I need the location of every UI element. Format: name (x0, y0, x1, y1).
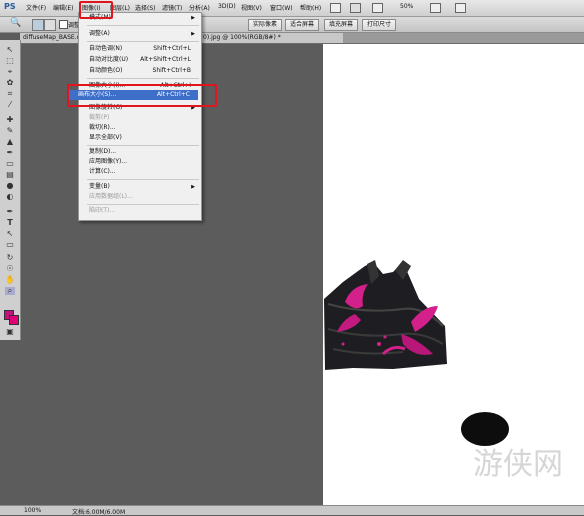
clone-stamp-tool-icon[interactable]: ▲ (5, 138, 15, 146)
move-tool-icon[interactable]: ↖ (5, 46, 15, 54)
type-tool-icon[interactable]: T (5, 219, 15, 227)
screen-mode-icon[interactable] (455, 3, 466, 13)
print-size-button[interactable]: 打印尺寸 (362, 19, 397, 31)
arrange-docs-icon[interactable] (430, 3, 441, 13)
eraser-tool-icon[interactable]: ▭ (5, 160, 15, 168)
annotation-image-menu (79, 1, 113, 19)
boot-texture (461, 412, 509, 446)
menu-select[interactable]: 选择(S) (135, 3, 156, 12)
canvas-artwork: 游侠网 (324, 260, 563, 482)
menu-separator (87, 179, 199, 180)
menu-item-crop: 裁剪(P) (89, 114, 110, 121)
status-doc-info[interactable]: 文档:6.00M/6.00M (72, 507, 125, 516)
status-zoom[interactable]: 100% (24, 507, 41, 514)
menu-item-auto-color[interactable]: 自动颜色(O) Shift+Ctrl+B (89, 66, 199, 76)
menu-analysis[interactable]: 分析(A) (189, 3, 210, 12)
menu-item-duplicate[interactable]: 复制(D)... (89, 147, 199, 157)
submenu-arrow-icon: ▶ (191, 184, 195, 190)
dodge-tool-icon[interactable]: ◐ (5, 193, 15, 201)
shape-tool-icon[interactable]: ▭ (5, 241, 15, 249)
marquee-tool-icon[interactable]: ⬚ (5, 57, 15, 65)
3d-rotate-tool-icon[interactable]: ↻ (5, 254, 15, 262)
garment-texture (324, 260, 447, 370)
background-color-swatch[interactable] (9, 315, 19, 325)
document-canvas[interactable]: 游侠网 (323, 44, 584, 510)
menu-item-reveal-all[interactable]: 显示全部(V) (89, 133, 199, 143)
quick-select-tool-icon[interactable]: ✿ (5, 79, 15, 87)
hand-tool-icon[interactable]: ✋ (5, 276, 15, 284)
menu-separator (87, 78, 199, 79)
fill-screen-button[interactable]: 填充屏幕 (324, 19, 359, 31)
menu-layer[interactable]: 图层(L) (110, 3, 130, 12)
3d-orbit-tool-icon[interactable]: ☉ (5, 265, 15, 273)
menu-separator (87, 204, 199, 205)
bridge-icon[interactable] (330, 3, 341, 13)
menu-item-auto-tone[interactable]: 自动色调(N) Shift+Ctrl+L (89, 44, 199, 54)
minibridge-icon[interactable] (350, 3, 361, 13)
quick-mask-icon[interactable]: ▣ (5, 328, 15, 336)
menu-file[interactable]: 文件(F) (26, 3, 46, 12)
app-logo: PS (4, 2, 16, 11)
menu-item-apply-data-set: 应用数据组(L)... (89, 193, 133, 200)
menu-item-trim[interactable]: 裁切(R)... (89, 123, 199, 133)
healing-brush-tool-icon[interactable]: ✚ (5, 116, 15, 124)
submenu-arrow-icon: ▶ (191, 31, 195, 37)
crop-tool-icon[interactable]: ⌗ (5, 90, 15, 98)
view-extras-icon[interactable] (372, 3, 383, 13)
gradient-tool-icon[interactable]: ▤ (5, 171, 15, 179)
zoom-tool-icon: 🔍 (10, 18, 22, 28)
pen-tool-icon[interactable]: ✒ (5, 208, 15, 216)
menu-separator (87, 25, 199, 26)
menu-window[interactable]: 窗口(W) (270, 3, 293, 12)
eyedropper-tool-icon[interactable]: ⁄ (5, 101, 15, 109)
menu-item-variables[interactable]: 变量(B) ▶ (89, 182, 199, 192)
zoom-tool-sidebar-icon[interactable]: ⌕ (5, 287, 15, 295)
watermark: 游侠网 (473, 447, 563, 482)
menu-separator (87, 41, 199, 42)
menu-view[interactable]: 视图(V) (241, 3, 262, 12)
menu-3d[interactable]: 3D(D) (218, 3, 236, 10)
history-brush-tool-icon[interactable]: ✒ (5, 149, 15, 157)
submenu-arrow-icon: ▶ (191, 15, 195, 21)
zoom-in-icon[interactable] (32, 19, 44, 31)
menu-item-adjustments[interactable]: 调整(A) ▶ (89, 29, 199, 39)
lasso-tool-icon[interactable]: ⌖ (5, 68, 15, 76)
image-menu-dropdown: 模式(M) ▶ 调整(A) ▶ 自动色调(N) Shift+Ctrl+L 自动对比度(… (78, 12, 202, 221)
menu-edit[interactable]: 编辑(E) (53, 3, 73, 12)
zoom-out-icon[interactable] (44, 19, 56, 31)
menu-help[interactable]: 帮助(H) (300, 3, 321, 12)
menu-item-apply-image[interactable]: 应用图像(Y)... (89, 157, 199, 167)
brush-tool-icon[interactable]: ✎ (5, 127, 15, 135)
menu-filter[interactable]: 滤镜(T) (162, 3, 182, 12)
annotation-canvas-size (67, 84, 217, 107)
menu-item-calculations[interactable]: 计算(C)... (89, 167, 199, 177)
document-tab-info[interactable]: 0).jpg @ 100%(RGB/8#) * (200, 33, 343, 43)
zoom-level[interactable]: 50% (400, 3, 413, 10)
actual-pixels-button[interactable]: 实际像素 (248, 19, 283, 31)
toolbox: ↖ ⬚ ⌖ ✿ ⌗ ⁄ ✚ ✎ ▲ ✒ ▭ ▤ ● ◐ ✒ T ↖ ▭ ↻ ☉ … (0, 40, 21, 340)
blur-tool-icon[interactable]: ● (5, 182, 15, 190)
resize-windows-checkbox[interactable] (59, 20, 68, 29)
menu-item-trap: 陷印(T)... (89, 207, 116, 214)
menu-separator (87, 145, 199, 146)
fit-screen-button[interactable]: 适合屏幕 (285, 19, 320, 31)
path-select-tool-icon[interactable]: ↖ (5, 230, 15, 238)
menu-item-auto-contrast[interactable]: 自动对比度(U) Alt+Shift+Ctrl+L (89, 55, 199, 65)
